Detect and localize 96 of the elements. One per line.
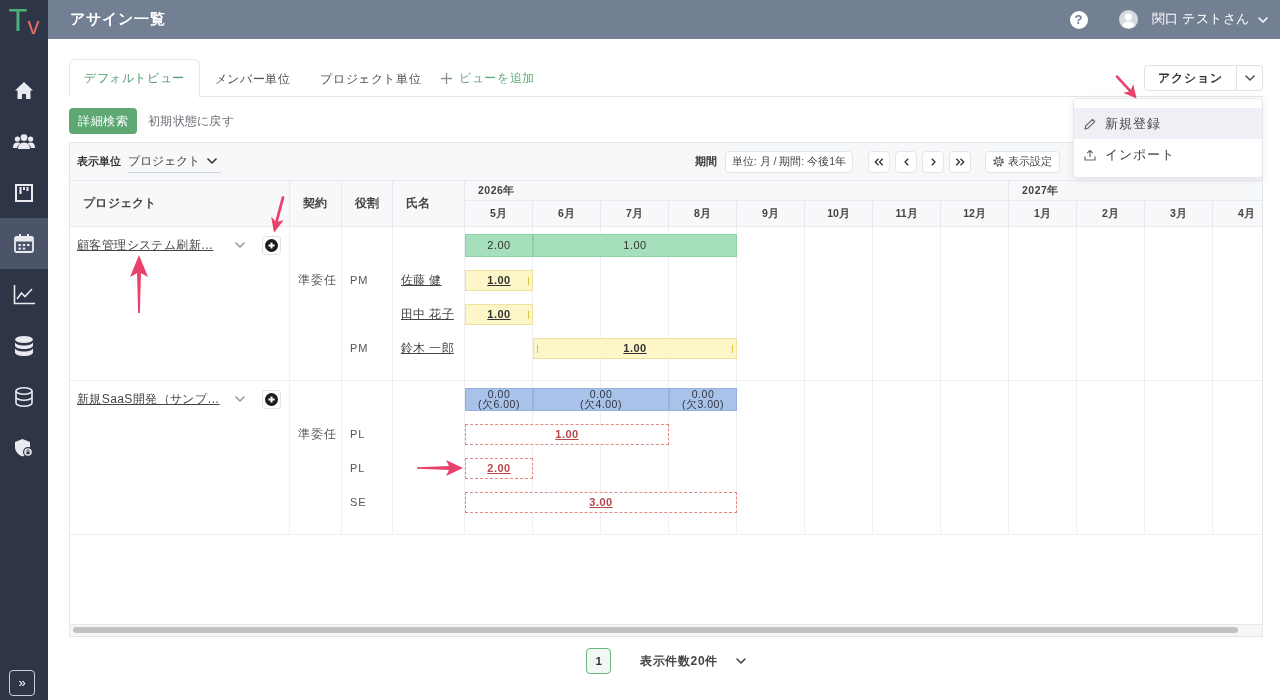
total-bar: 0.00 (欠6.00) [465,387,533,411]
page-size-select[interactable]: 表示件数20件 [640,652,746,670]
unit-label: 表示単位 [77,154,121,169]
view-tab[interactable]: プロジェクト単位 [305,60,437,97]
display-settings-button[interactable]: 表示設定 [985,150,1060,173]
chevron-down-icon [735,658,746,664]
chevron-down-icon [1244,75,1255,81]
jump-back-button[interactable] [868,150,890,173]
menu-item[interactable]: インポート [1074,139,1262,170]
resize-handle[interactable] [732,344,733,353]
plus-icon [441,73,453,84]
pencil-icon [1084,117,1096,130]
column-header: 役割 [342,181,393,226]
nav-item[interactable] [0,218,48,269]
home-icon [15,82,33,99]
month-header: 6月 [533,201,601,226]
member-link[interactable]: 鈴木 一郎 [401,339,454,357]
board-icon [15,183,33,202]
role-text: PM [350,342,369,354]
page-button[interactable]: 1 [586,648,612,674]
database-icon [15,386,33,407]
allocation-bar[interactable]: 2.00 [465,457,533,479]
database-icon [15,335,33,356]
chevron-down-icon [235,396,245,402]
month-header: 9月 [737,201,805,226]
year-header: 2026年 [465,181,1009,201]
column-header: 氏名 [393,181,465,226]
people-icon [13,134,35,149]
line-chart-icon [13,284,35,305]
plus-circle-icon [265,238,278,252]
unit-select[interactable]: プロジェクト [128,150,221,173]
role-text: PL [350,428,366,440]
month-header: 8月 [669,201,737,226]
allocation-bar[interactable]: 1.00 [465,269,533,291]
period-label: 期間 [694,154,717,169]
avatar-icon [1118,10,1138,29]
month-header: 2月 [1077,201,1145,226]
allocation-bar[interactable]: 1.00 [465,303,533,325]
plus-circle-icon [265,392,278,406]
column-header: 契約 [290,181,342,226]
role-text: PM [350,274,369,286]
app-logo: Tv [8,5,40,38]
chevron-down-icon [207,158,217,164]
month-header: 10月 [805,201,873,226]
month-header: 12月 [941,201,1009,226]
menu-item[interactable]: 新規登録 [1074,108,1262,139]
view-tab[interactable]: メンバー単位 [199,60,306,97]
allocation-bar[interactable]: 1.00 [465,423,669,445]
month-header: 7月 [601,201,669,226]
shield-lock-icon [15,438,33,457]
member-link[interactable]: 田中 花子 [401,305,454,323]
chevron-right-icon [930,157,936,166]
double-chevron-right-icon [955,157,965,166]
month-header: 3月 [1145,201,1213,226]
settings-icon [993,156,1004,167]
action-button[interactable]: アクション [1144,65,1237,91]
reset-link[interactable]: 初期状態に戻す [148,112,235,130]
chevron-down-icon [1258,16,1268,23]
view-tab[interactable]: デフォルトビュー [69,59,200,97]
contract-type: 準委任 [298,272,337,288]
total-bar: 1.00 [533,233,737,257]
add-member-button[interactable] [262,389,281,409]
month-header: 4月 [1213,201,1262,226]
resize-handle[interactable] [537,344,538,353]
user-menu-button[interactable]: 関口 テストさん [1118,10,1268,29]
member-link[interactable]: 佐藤 健 [401,271,442,289]
allocation-bar[interactable]: 1.00 [533,337,737,359]
total-bar: 2.00 [465,233,533,257]
page-title: アサイン一覧 [70,10,166,29]
period-field[interactable]: 単位: 月 / 期間: 今後1年 [724,150,853,173]
role-text: SE [350,496,367,508]
contract-type: 準委任 [298,426,337,442]
expand-sidebar-button[interactable]: » [9,670,35,696]
double-chevron-left-icon [874,157,884,166]
month-header: 11月 [873,201,941,226]
calendar-icon [14,234,34,253]
total-bar: 0.00 (欠4.00) [533,387,669,411]
resize-handle[interactable] [528,310,529,319]
project-link[interactable]: 新規SaaS開発（サンプ… [77,390,220,408]
project-link[interactable]: 顧客管理システム刷新… [77,236,214,254]
chevron-down-icon [235,242,245,248]
help-button[interactable]: ? [1069,10,1088,29]
month-header: 5月 [465,201,533,226]
chevron-left-icon [903,157,909,166]
resize-handle[interactable] [528,276,529,285]
jump-forward-button[interactable] [949,150,971,173]
add-member-button[interactable] [262,235,281,255]
scrollbar-thumb[interactable] [73,627,1238,633]
action-dropdown-button[interactable] [1237,65,1263,91]
year-header: 2027年 [1009,181,1262,201]
scrollbar[interactable] [70,624,1262,636]
allocation-bar[interactable]: 3.00 [465,491,737,513]
month-header: 1月 [1009,201,1077,226]
role-text: PL [350,462,366,474]
upload-icon [1084,148,1096,161]
total-bar: 0.00 (欠3.00) [669,387,737,411]
